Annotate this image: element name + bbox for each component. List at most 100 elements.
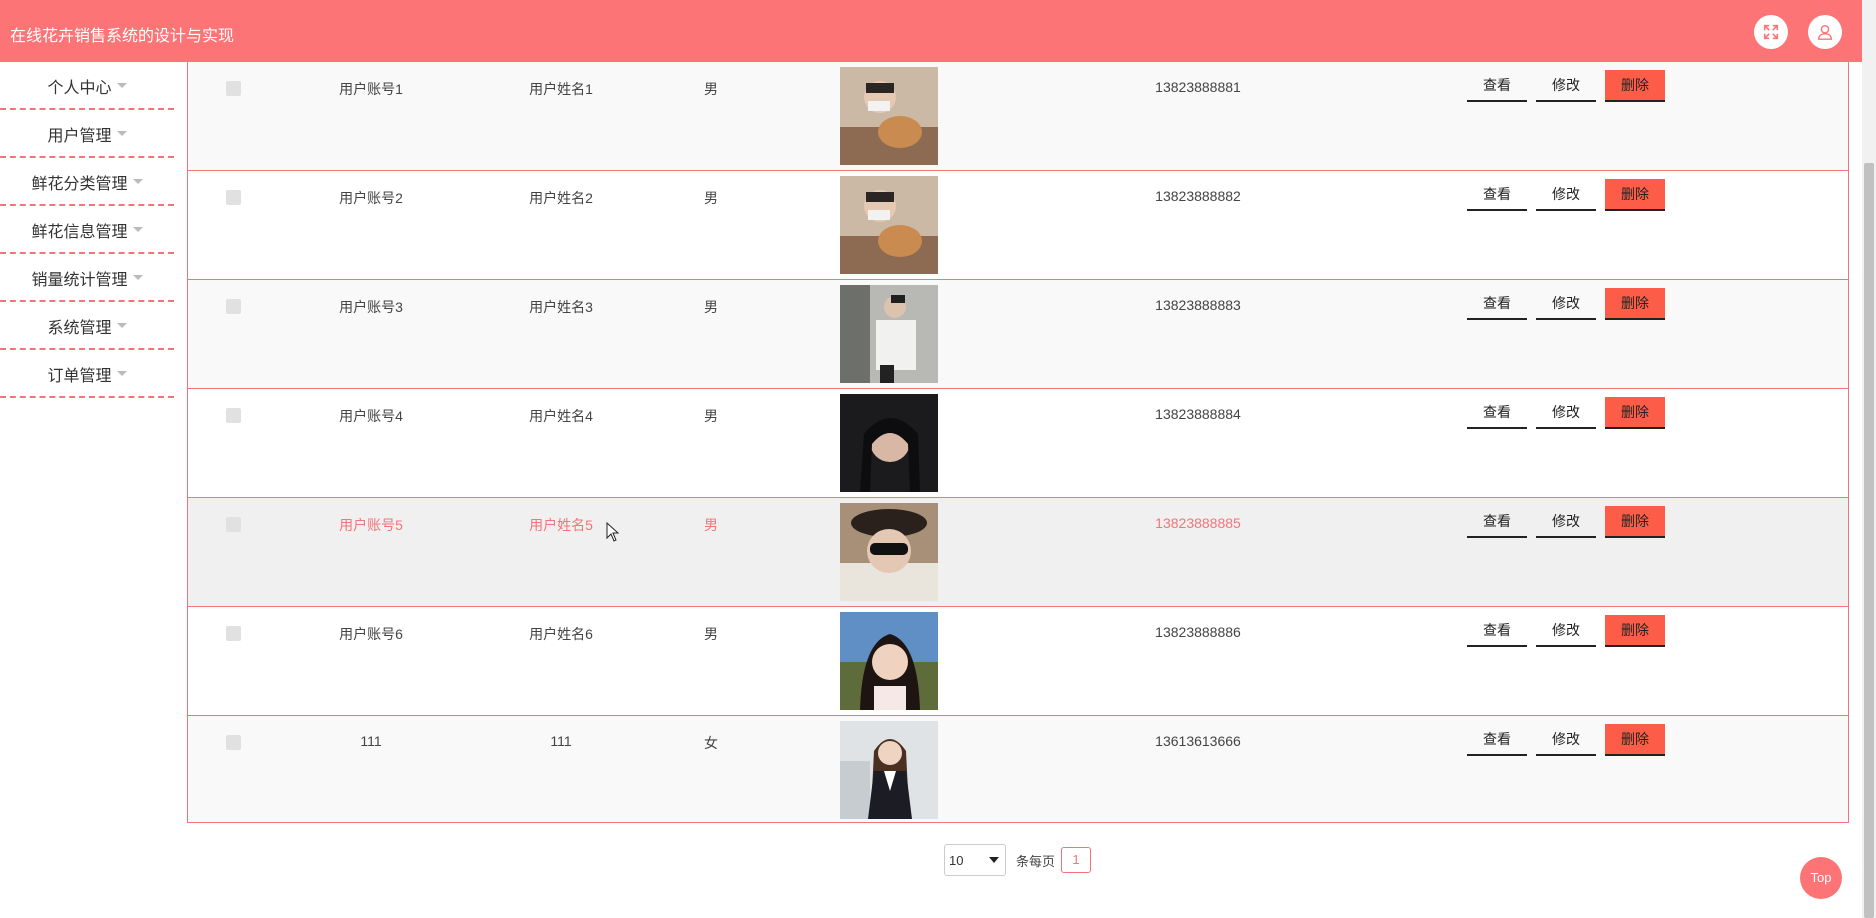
caret-down-icon — [132, 227, 143, 232]
gender-cell: 男 — [704, 190, 718, 206]
scrollbar[interactable] — [1862, 0, 1876, 918]
name-cell: 用户姓名3 — [529, 299, 593, 315]
sidebar-item-user-management[interactable]: 用户管理 — [0, 111, 174, 158]
gender-cell: 男 — [704, 408, 718, 424]
name-cell: 用户姓名5 — [529, 517, 593, 533]
table-row[interactable]: 111 111 女 13613613666 查看 修改 删除 — [188, 716, 1848, 822]
table-row[interactable]: 用户账号5 用户姓名5 男 13823888885 查看 修改 删除 — [188, 498, 1848, 607]
row-checkbox[interactable] — [226, 517, 241, 532]
account-cell: 用户账号1 — [339, 81, 403, 97]
edit-button[interactable]: 修改 — [1536, 506, 1596, 538]
caret-down-icon — [116, 83, 127, 88]
delete-button[interactable]: 删除 — [1605, 397, 1665, 429]
view-button[interactable]: 查看 — [1467, 288, 1527, 320]
view-button[interactable]: 查看 — [1467, 506, 1527, 538]
gender-cell: 女 — [704, 735, 718, 751]
name-cell: 用户姓名4 — [529, 408, 593, 424]
delete-button[interactable]: 删除 — [1605, 70, 1665, 102]
row-checkbox[interactable] — [226, 735, 241, 750]
caret-down-icon — [116, 371, 127, 376]
row-checkbox[interactable] — [226, 408, 241, 423]
gender-cell: 男 — [704, 81, 718, 97]
sidebar-item-label: 鲜花信息管理 — [31, 223, 128, 241]
caret-down-icon — [132, 275, 143, 280]
avatar-photo — [840, 721, 938, 819]
gender-cell: 男 — [704, 517, 718, 533]
account-cell: 111 — [360, 733, 382, 749]
sidebar-item-system[interactable]: 系统管理 — [0, 303, 174, 350]
sidebar-item-label: 鲜花分类管理 — [31, 175, 128, 193]
row-checkbox[interactable] — [226, 299, 241, 314]
view-button[interactable]: 查看 — [1467, 724, 1527, 756]
top-bar: 在线花卉销售系统的设计与实现 — [0, 0, 1862, 62]
sidebar-item-flower-category[interactable]: 鲜花分类管理 — [0, 159, 174, 206]
name-cell: 用户姓名6 — [529, 626, 593, 642]
edit-button[interactable]: 修改 — [1536, 397, 1596, 429]
scrollbar-thumb[interactable] — [1864, 163, 1874, 918]
table-row[interactable]: 用户账号6 用户姓名6 男 13823888886 查看 修改 删除 — [188, 607, 1848, 716]
user-table: 用户账号1 用户姓名1 男 13823888881 查看 修改 删除 用户账号2… — [187, 62, 1849, 823]
phone-cell: 13823888883 — [1155, 297, 1241, 313]
name-cell: 用户姓名2 — [529, 190, 593, 206]
edit-button[interactable]: 修改 — [1536, 70, 1596, 102]
view-button[interactable]: 查看 — [1467, 70, 1527, 102]
avatar-photo — [840, 612, 938, 710]
view-button[interactable]: 查看 — [1467, 615, 1527, 647]
page-size-select[interactable]: 10 — [944, 844, 1006, 876]
phone-cell: 13823888882 — [1155, 188, 1241, 204]
delete-button[interactable]: 删除 — [1605, 724, 1665, 756]
name-cell: 111 — [550, 733, 572, 749]
avatar-photo — [840, 67, 938, 165]
delete-button[interactable]: 删除 — [1605, 506, 1665, 538]
app-title: 在线花卉销售系统的设计与实现 — [10, 28, 235, 45]
account-cell: 用户账号6 — [339, 626, 403, 642]
edit-button[interactable]: 修改 — [1536, 288, 1596, 320]
sidebar-item-label: 销量统计管理 — [31, 271, 128, 289]
edit-button[interactable]: 修改 — [1536, 615, 1596, 647]
caret-down-icon — [116, 131, 127, 136]
gender-cell: 男 — [704, 626, 718, 642]
table-row[interactable]: 用户账号1 用户姓名1 男 13823888881 查看 修改 删除 — [188, 62, 1848, 171]
avatar-photo — [840, 503, 938, 601]
avatar-photo — [840, 176, 938, 274]
sidebar-item-flower-info[interactable]: 鲜花信息管理 — [0, 207, 174, 254]
account-cell: 用户账号2 — [339, 190, 403, 206]
sidebar-item-personal-center[interactable]: 个人中心 — [0, 63, 174, 110]
per-page-label: 条每页 — [1016, 853, 1056, 869]
delete-button[interactable]: 删除 — [1605, 179, 1665, 211]
caret-down-icon — [116, 323, 127, 328]
table-row[interactable]: 用户账号3 用户姓名3 男 13823888883 查看 修改 删除 — [188, 280, 1848, 389]
table-row[interactable]: 用户账号2 用户姓名2 男 13823888882 查看 修改 删除 — [188, 171, 1848, 280]
sidebar-item-sales-stats[interactable]: 销量统计管理 — [0, 255, 174, 302]
row-checkbox[interactable] — [226, 81, 241, 96]
edit-button[interactable]: 修改 — [1536, 179, 1596, 211]
sidebar-item-label: 订单管理 — [47, 367, 112, 385]
delete-button[interactable]: 删除 — [1605, 288, 1665, 320]
phone-cell: 13823888885 — [1155, 515, 1241, 531]
sidebar-item-orders[interactable]: 订单管理 — [0, 351, 174, 398]
sidebar-item-label: 用户管理 — [47, 127, 112, 145]
sidebar: 个人中心 用户管理 鲜花分类管理 鲜花信息管理 销量统计管理 系统管理 订单管理 — [0, 62, 174, 398]
row-checkbox[interactable] — [226, 626, 241, 641]
page-number-button[interactable]: 1 — [1061, 847, 1092, 873]
sidebar-item-label: 个人中心 — [47, 79, 112, 97]
phone-cell: 13823888881 — [1155, 79, 1241, 95]
edit-button[interactable]: 修改 — [1536, 724, 1596, 756]
row-checkbox[interactable] — [226, 190, 241, 205]
page-size-value: 10 — [949, 852, 964, 868]
sidebar-item-label: 系统管理 — [47, 319, 112, 337]
avatar-photo — [840, 285, 938, 383]
phone-cell: 13613613666 — [1155, 733, 1241, 749]
gender-cell: 男 — [704, 299, 718, 315]
avatar-photo — [840, 394, 938, 492]
account-cell: 用户账号4 — [339, 408, 403, 424]
user-icon[interactable] — [1808, 15, 1842, 49]
back-to-top-button[interactable]: Top — [1800, 857, 1842, 899]
view-button[interactable]: 查看 — [1467, 179, 1527, 211]
table-row[interactable]: 用户账号4 用户姓名4 男 13823888884 查看 修改 删除 — [188, 389, 1848, 498]
pagination: 10 条每页 1 — [944, 844, 1092, 876]
view-button[interactable]: 查看 — [1467, 397, 1527, 429]
name-cell: 用户姓名1 — [529, 81, 593, 97]
fullscreen-icon[interactable] — [1754, 15, 1788, 49]
delete-button[interactable]: 删除 — [1605, 615, 1665, 647]
